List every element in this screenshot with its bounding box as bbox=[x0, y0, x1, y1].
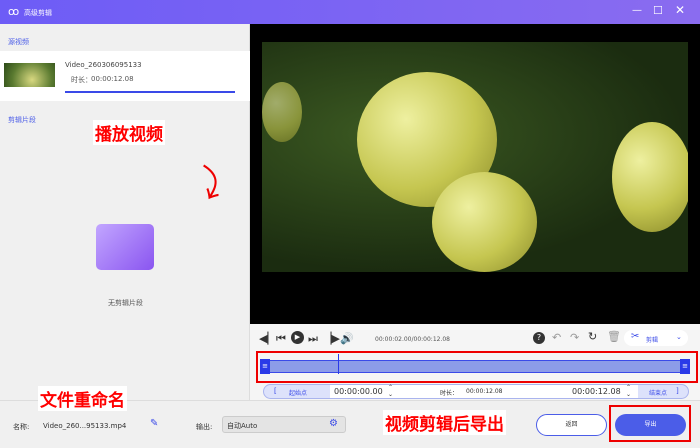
end-stepper-icon[interactable]: ⌃ ⌄ bbox=[626, 384, 631, 398]
annotation-play-video: 播放视频 bbox=[93, 120, 165, 145]
volume-icon[interactable]: 🔊 bbox=[340, 332, 354, 345]
settings-gear-icon[interactable]: ⚙ bbox=[329, 418, 338, 429]
window-title: 高级剪辑 bbox=[24, 9, 52, 17]
help-icon[interactable]: ? bbox=[533, 332, 545, 344]
source-video-item[interactable]: Video_260306095133 时长： 00:00:12.08 bbox=[0, 51, 250, 101]
output-format-select[interactable]: 自动Auto ⚙ bbox=[222, 416, 346, 433]
range-duration-label: 时长： bbox=[440, 390, 459, 397]
end-time-input[interactable]: 00:00:12.08 ⌃ ⌄ bbox=[568, 384, 638, 398]
step-back-icon[interactable]: ◀▏ bbox=[259, 332, 276, 345]
source-video-header: 源视频 bbox=[8, 38, 29, 46]
step-forward-icon[interactable]: ▕▶ bbox=[323, 332, 340, 345]
output-label: 输出: bbox=[196, 423, 213, 431]
end-bracket: ] bbox=[676, 387, 679, 395]
name-label: 名称: bbox=[13, 423, 30, 431]
rename-pencil-icon[interactable]: ✎ bbox=[150, 418, 158, 429]
title-bar: ꝏ 高级剪辑 — ☐ ✕ bbox=[0, 0, 700, 24]
start-stepper-icon[interactable]: ⌃ ⌄ bbox=[388, 384, 393, 398]
video-name: Video_260306095133 bbox=[65, 61, 142, 69]
empty-folder-icon bbox=[96, 224, 154, 270]
annotation-export: 视频剪辑后导出 bbox=[383, 410, 506, 435]
redo-icon[interactable]: ↷ bbox=[570, 331, 579, 344]
duration-label: 时长： bbox=[71, 76, 92, 84]
minimize-icon[interactable]: — bbox=[632, 5, 642, 16]
annotation-timeline-box bbox=[256, 351, 698, 383]
output-format-value: 自动Auto bbox=[227, 422, 258, 430]
cut-button[interactable]: ✂ 剪辑 ⌄ bbox=[624, 330, 688, 346]
annotation-rename: 文件重命名 bbox=[38, 386, 127, 411]
start-bracket: [ bbox=[274, 387, 277, 395]
duration-value: 00:00:12.08 bbox=[91, 75, 134, 83]
app-logo-icon: ꝏ bbox=[8, 5, 20, 18]
maximize-icon[interactable]: ☐ bbox=[653, 4, 663, 17]
play-button[interactable]: ▶ bbox=[291, 331, 304, 344]
set-start-button[interactable]: 起始点 bbox=[289, 388, 307, 397]
start-time-input[interactable]: 00:00:00.00 ⌃ ⌄ bbox=[330, 384, 400, 398]
sidebar: 源视频 Video_260306095133 时长： 00:00:12.08 剪… bbox=[0, 24, 250, 400]
delete-icon[interactable]: 🗑 bbox=[607, 330, 621, 343]
time-display: 00:00:02.00/00:00:12.08 bbox=[375, 336, 450, 343]
duration-field: 时长： 00:00:12.08 bbox=[400, 385, 568, 398]
close-icon[interactable]: ✕ bbox=[675, 3, 685, 17]
cut-label: 剪辑 bbox=[646, 337, 659, 344]
back-button[interactable]: 返回 bbox=[536, 414, 607, 436]
set-end-button[interactable]: 结束点 bbox=[649, 388, 667, 397]
annotation-export-box bbox=[609, 405, 691, 442]
chevron-down-icon[interactable]: ⌄ bbox=[676, 333, 682, 341]
range-row: [ 起始点 00:00:00.00 ⌃ ⌄ 时长： 00:00:12.08 00:0… bbox=[263, 384, 689, 399]
import-progress-bar bbox=[65, 91, 235, 93]
video-frame[interactable] bbox=[262, 42, 688, 272]
empty-clips-text: 无剪辑片段 bbox=[108, 299, 143, 307]
end-time-value: 00:00:12.08 bbox=[572, 387, 621, 396]
next-icon[interactable]: ⏭ bbox=[308, 332, 318, 346]
video-thumbnail bbox=[4, 63, 55, 87]
undo-icon[interactable]: ↶ bbox=[552, 331, 561, 344]
scissors-icon: ✂ bbox=[631, 331, 640, 342]
range-duration-value: 00:00:12.08 bbox=[466, 388, 503, 395]
file-name: Video_260...95133.mp4 bbox=[43, 422, 127, 430]
previous-icon[interactable]: ⏮ bbox=[276, 332, 286, 346]
start-time-value: 00:00:00.00 bbox=[334, 387, 383, 396]
reset-icon[interactable]: ↻ bbox=[588, 330, 597, 343]
